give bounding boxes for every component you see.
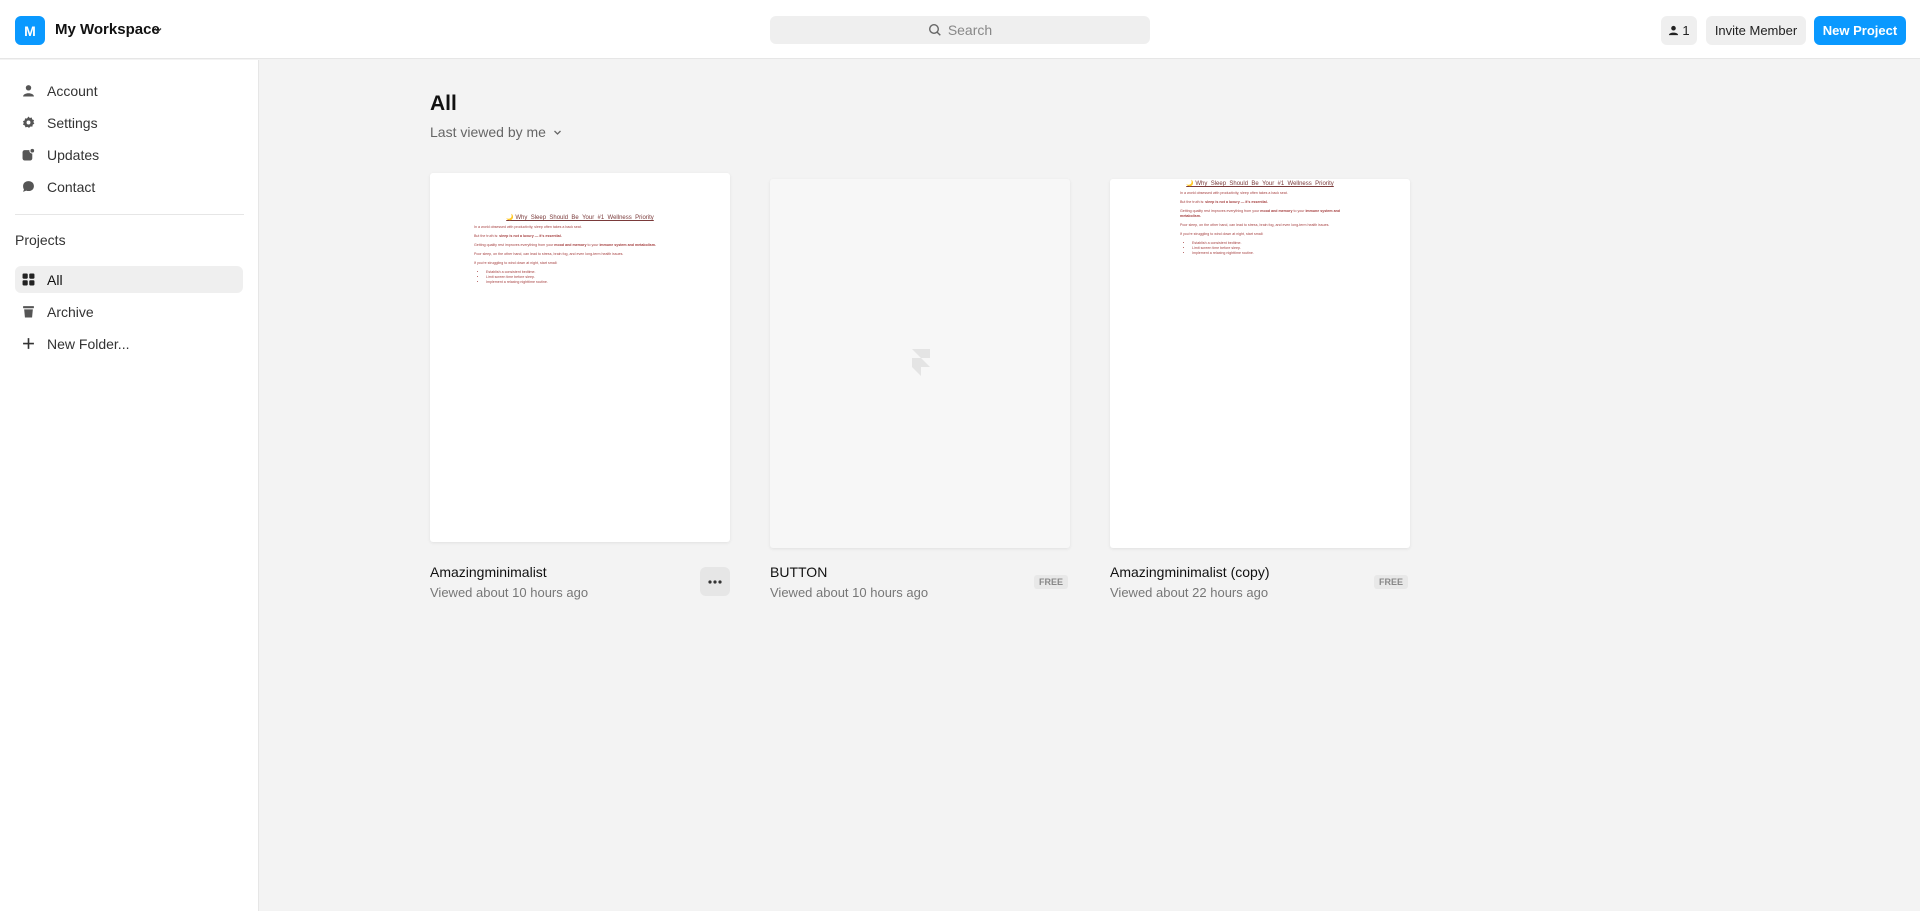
- updates-icon: [22, 148, 35, 161]
- invite-member-button[interactable]: Invite Member: [1706, 16, 1806, 45]
- more-horizontal-icon: [708, 579, 722, 584]
- sidebar-item-label: Archive: [47, 303, 94, 320]
- trash-icon: [23, 306, 34, 318]
- project-card[interactable]: BUTTON Viewed about 10 hours ago FREE: [770, 179, 1070, 603]
- top-bar: M My Workspace Search 1 Invite Member Ne…: [0, 0, 1920, 59]
- search-icon: [928, 23, 941, 36]
- more-options-button[interactable]: [700, 567, 730, 596]
- sidebar-item-label: All: [47, 271, 63, 288]
- sidebar: Account Settings Updates Contact Project…: [0, 60, 259, 911]
- workspace-avatar[interactable]: M: [15, 16, 45, 45]
- page-title: All: [430, 92, 457, 115]
- sidebar-item-archive[interactable]: Archive: [15, 298, 243, 325]
- project-name[interactable]: BUTTON: [770, 564, 827, 580]
- project-thumbnail[interactable]: 🌙 Why_Sleep_Should_Be_Your_#1_Wellness_P…: [430, 173, 730, 542]
- members-button[interactable]: 1: [1661, 16, 1697, 45]
- sidebar-item-all[interactable]: All: [15, 266, 243, 293]
- project-card[interactable]: 🌙 Why_Sleep_Should_Be_Your_#1_Wellness_P…: [430, 173, 730, 603]
- search-input[interactable]: Search: [770, 16, 1150, 44]
- plus-icon: [23, 338, 34, 349]
- chat-icon: [23, 181, 34, 192]
- grid-icon: [22, 273, 35, 286]
- sidebar-item-label: Contact: [47, 178, 96, 195]
- chevron-down-icon: [553, 130, 561, 135]
- sidebar-item-label: Settings: [47, 114, 98, 131]
- project-thumbnail[interactable]: 🌙 Why_Sleep_Should_Be_Your_#1_Wellness_P…: [1110, 179, 1410, 548]
- project-viewed-time: Viewed about 10 hours ago: [430, 585, 589, 600]
- gear-icon: [22, 116, 35, 128]
- member-count-label: 1: [1682, 23, 1690, 38]
- project-card[interactable]: 🌙 Why_Sleep_Should_Be_Your_#1_Wellness_P…: [1110, 179, 1410, 603]
- search-placeholder: Search: [947, 22, 993, 38]
- document-preview: 🌙 Why_Sleep_Should_Be_Your_#1_Wellness_P…: [1110, 180, 1410, 256]
- sidebar-item-label: Account: [47, 82, 98, 99]
- sidebar-item-account[interactable]: Account: [15, 77, 243, 104]
- sidebar-item-label: Updates: [47, 146, 100, 163]
- user-icon: [23, 85, 34, 97]
- sort-dropdown[interactable]: Last viewed by me: [430, 124, 563, 140]
- sort-label: Last viewed by me: [430, 124, 546, 140]
- sidebar-item-label: New Folder...: [47, 335, 130, 352]
- sidebar-item-updates[interactable]: Updates: [15, 141, 243, 168]
- plan-badge: FREE: [1033, 575, 1068, 589]
- project-thumbnail[interactable]: [770, 179, 1070, 548]
- sidebar-item-contact[interactable]: Contact: [15, 173, 243, 200]
- projects-section-title: Projects: [15, 232, 66, 248]
- sidebar-item-new-folder[interactable]: New Folder...: [15, 330, 243, 357]
- project-name[interactable]: Amazingminimalist: [430, 564, 547, 580]
- project-viewed-time: Viewed about 22 hours ago: [1110, 585, 1269, 600]
- user-icon: [1669, 25, 1679, 36]
- plan-badge: FREE: [1373, 575, 1408, 589]
- chevron-down-icon[interactable]: [152, 24, 164, 36]
- document-preview: 🌙 Why_Sleep_Should_Be_Your_#1_Wellness_P…: [430, 214, 730, 285]
- new-project-button[interactable]: New Project: [1814, 16, 1906, 45]
- project-viewed-time: Viewed about 10 hours ago: [770, 585, 929, 600]
- sidebar-divider: [15, 214, 244, 215]
- workspace-name[interactable]: My Workspace: [55, 21, 160, 38]
- project-name[interactable]: Amazingminimalist (copy): [1110, 564, 1269, 580]
- sidebar-item-settings[interactable]: Settings: [15, 109, 243, 136]
- framer-logo-icon: [912, 349, 930, 376]
